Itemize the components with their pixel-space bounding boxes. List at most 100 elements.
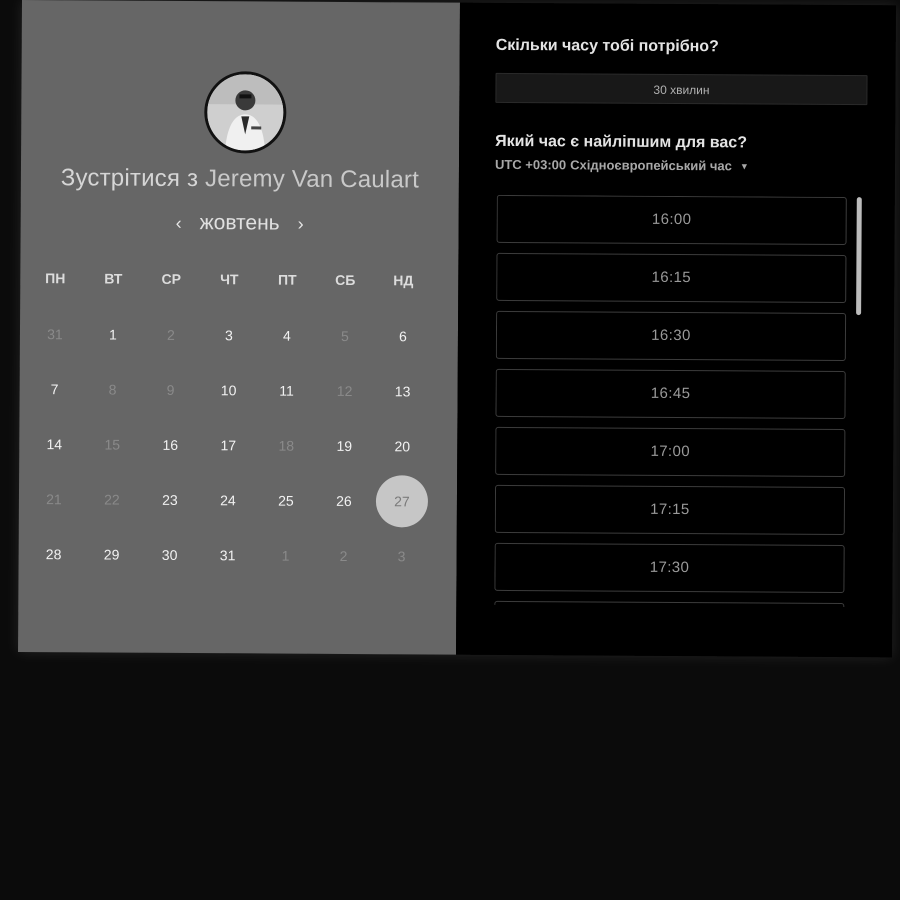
person-photo-icon: [207, 74, 284, 151]
calendar-day-number: 3: [225, 327, 233, 344]
duration-select[interactable]: 30 хвилин: [495, 72, 868, 106]
calendar-day-number: 15: [104, 436, 121, 453]
chevron-right-icon[interactable]: ›: [296, 213, 306, 234]
weekday-label: СБ: [335, 271, 356, 289]
timezone-offset: UTC +03:00: [494, 156, 567, 173]
calendar-day: 15: [83, 429, 141, 459]
scrollbar-thumb[interactable]: [856, 197, 862, 316]
calendar-day-number: 30: [161, 546, 178, 563]
calendar-day-number: 7: [50, 381, 59, 398]
calendar-day-number: 2: [339, 547, 348, 564]
calendar-day[interactable]: 25: [257, 485, 315, 515]
calendar-day: 1: [257, 540, 315, 570]
weekday-label: ПН: [45, 270, 66, 287]
calendar-panel: Зустрітися з Jeremy Van Caulart ‹ жовтен…: [18, 0, 460, 655]
calendar-day[interactable]: 10: [200, 375, 258, 405]
calendar-day[interactable]: 13: [374, 376, 432, 406]
calendar-weeks: 31 1 2 3 4 5 6 7 8 9 10 11 12 13 14 15 16 17 18 19 20 21 22 23 2…: [25, 319, 437, 571]
calendar-day[interactable]: 17: [199, 430, 257, 460]
weekday-label: ВТ: [104, 270, 123, 287]
caret-down-icon: ▼: [739, 160, 749, 171]
calendar-day-number: 25: [278, 492, 294, 509]
calendar-day-number: 4: [282, 327, 291, 344]
calendar-grid: ПН ВТ СР ЧТ ПТ СБ НД 31 1 2 3 4 5 6 7 8 9 10 11 12 13…: [25, 264, 437, 571]
calendar-day[interactable]: 23: [141, 485, 199, 515]
calendar-day[interactable]: 26: [315, 486, 373, 516]
calendar-week-row: 21 22 23 24 25 26 27: [25, 484, 435, 517]
calendar-week-row: 7 8 9 10 11 12 13: [26, 374, 436, 407]
weekday-label: ПТ: [277, 271, 297, 288]
time-slot-button[interactable]: 16:30: [495, 310, 847, 362]
calendar-day-selected[interactable]: 27: [373, 486, 431, 516]
calendar-day[interactable]: 31: [199, 540, 257, 570]
calendar-day: 21: [25, 484, 83, 514]
calendar-day-number: 28: [45, 546, 62, 563]
calendar-day[interactable]: 30: [141, 540, 199, 570]
calendar-day-number: 21: [46, 491, 62, 508]
calendar-day[interactable]: 19: [315, 431, 373, 461]
calendar-day-number: 1: [109, 326, 117, 343]
calendar-day-number: 23: [162, 491, 178, 508]
calendar-day[interactable]: 1: [84, 319, 142, 349]
timezone-selector[interactable]: UTC +03:00 Східноєвропейський час ▼: [495, 157, 871, 174]
meeting-title: Зустрітися з Jeremy Van Caulart: [21, 164, 459, 195]
calendar-week-row: 14 15 16 17 18 19 20: [25, 429, 435, 462]
time-slot-button[interactable]: 16:45: [495, 368, 846, 420]
calendar-day: 31: [26, 319, 84, 349]
calendar-day: 8: [84, 374, 142, 404]
weekday-label: СР: [161, 270, 182, 287]
chevron-left-icon[interactable]: ‹: [174, 212, 184, 233]
screen-backdrop: Зустрітися з Jeremy Van Caulart ‹ жовтен…: [0, 0, 900, 900]
calendar-day-number: 2: [167, 326, 175, 343]
calendar-day[interactable]: 20: [373, 431, 431, 461]
calendar-day-number: 19: [336, 437, 353, 455]
calendar-day-number: 13: [394, 383, 411, 400]
timezone-name: Східноєвропейський час: [570, 157, 732, 174]
weekday-header: ПН ВТ СР ЧТ ПТ СБ НД: [26, 264, 436, 295]
calendar-day-number: 6: [398, 328, 407, 345]
weekday-label: ЧТ: [220, 271, 239, 288]
calendar-day-number: 14: [46, 436, 63, 453]
calendar-day-number: 5: [340, 327, 349, 345]
calendar-week-row: 31 1 2 3 4 5 6: [26, 319, 436, 352]
calendar-day-number: 1: [281, 547, 290, 564]
calendar-day[interactable]: 24: [199, 485, 257, 515]
calendar-day: 9: [142, 375, 200, 405]
calendar-day-number: 3: [397, 548, 406, 565]
calendar-day-number: 26: [336, 492, 352, 510]
calendar-day[interactable]: 11: [258, 375, 316, 405]
calendar-week-row: 28 29 30 31 1 2 3: [25, 539, 435, 572]
calendar-day-number: 9: [166, 381, 175, 398]
calendar-day: 22: [83, 484, 141, 514]
calendar-day: 2: [142, 320, 200, 350]
calendar-day: 3: [373, 541, 431, 571]
calendar-day-number: 18: [278, 437, 295, 454]
weekday-label: НД: [393, 272, 414, 289]
calendar-day[interactable]: 7: [26, 374, 84, 404]
calendar-day[interactable]: 28: [25, 539, 83, 569]
time-slot-button[interactable]: 16:15: [496, 252, 847, 304]
calendar-day-number: 31: [47, 326, 63, 343]
calendar-day[interactable]: 16: [141, 430, 199, 460]
time-slot-button[interactable]: 17:00: [495, 426, 846, 478]
calendar-day[interactable]: 14: [25, 429, 83, 459]
month-label: жовтень: [199, 211, 280, 235]
calendar-day-number: 10: [220, 382, 237, 399]
booking-widget: Зустрітися з Jeremy Van Caulart ‹ жовтен…: [18, 0, 896, 658]
time-slot-button[interactable]: 17:15: [494, 484, 846, 536]
calendar-day-number: 12: [336, 382, 353, 400]
calendar-day[interactable]: 4: [258, 320, 316, 350]
calendar-day[interactable]: 29: [83, 539, 141, 569]
calendar-day[interactable]: 6: [374, 321, 432, 351]
calendar-day: 2: [315, 541, 373, 571]
time-slot-button[interactable]: [494, 600, 845, 608]
calendar-day[interactable]: 3: [200, 320, 258, 350]
calendar-day-number: 17: [220, 437, 237, 454]
time-slot-button[interactable]: 17:30: [494, 542, 845, 594]
time-question: Який час є найліпшим для вас?: [495, 132, 748, 152]
time-slot-button[interactable]: 16:00: [496, 194, 847, 246]
time-slot-list[interactable]: 16:00 16:15 16:30 16:45 17:00 17:15 17:30: [494, 194, 868, 608]
calendar-day: 5: [316, 321, 374, 351]
calendar-day-number: 11: [279, 382, 294, 399]
calendar-day-number: 29: [103, 546, 120, 563]
